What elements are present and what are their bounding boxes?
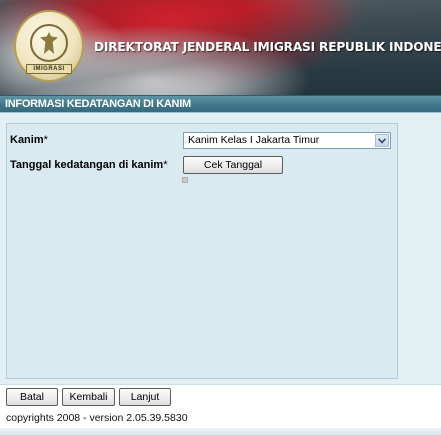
page: IMIGRASI DIREKTORAT JENDERAL IMIGRASI RE…	[0, 0, 441, 435]
kanim-select[interactable]: Kanim Kelas I Jakarta Timur	[183, 132, 391, 149]
header-banner: IMIGRASI DIREKTORAT JENDERAL IMIGRASI RE…	[0, 0, 441, 95]
batal-button[interactable]: Batal	[6, 388, 58, 406]
bottom-strip	[0, 428, 441, 435]
kanim-label: Kanim*	[10, 134, 48, 146]
kanim-select-value: Kanim Kelas I Jakarta Timur	[188, 134, 320, 146]
lanjut-button[interactable]: Lanjut	[119, 388, 171, 406]
banner-title: DIREKTORAT JENDERAL IMIGRASI REPUBLIK IN…	[94, 40, 441, 54]
chevron-down-icon	[378, 138, 386, 144]
tanggal-label: Tanggal kedatangan di kanim*	[10, 159, 168, 171]
kanim-select-dropdown-button[interactable]	[375, 134, 389, 147]
copyright-text: copyrights 2008 - version 2.05.39.5830	[6, 412, 188, 424]
tanggal-required-mark: *	[163, 159, 168, 171]
emblem-ribbon: IMIGRASI	[26, 64, 72, 74]
footer-divider	[0, 384, 441, 385]
kanim-required-mark: *	[43, 134, 48, 146]
loading-indicator-icon	[182, 177, 188, 183]
section-title: INFORMASI KEDATANGAN DI KANIM	[5, 98, 191, 110]
imigrasi-emblem-logo: IMIGRASI	[14, 10, 84, 82]
cek-tanggal-button[interactable]: Cek Tanggal	[183, 156, 283, 174]
section-header: INFORMASI KEDATANGAN DI KANIM	[0, 95, 441, 113]
tanggal-label-text: Tanggal kedatangan di kanim	[10, 159, 164, 171]
kembali-button[interactable]: Kembali	[62, 388, 115, 406]
kanim-label-text: Kanim	[10, 134, 44, 146]
